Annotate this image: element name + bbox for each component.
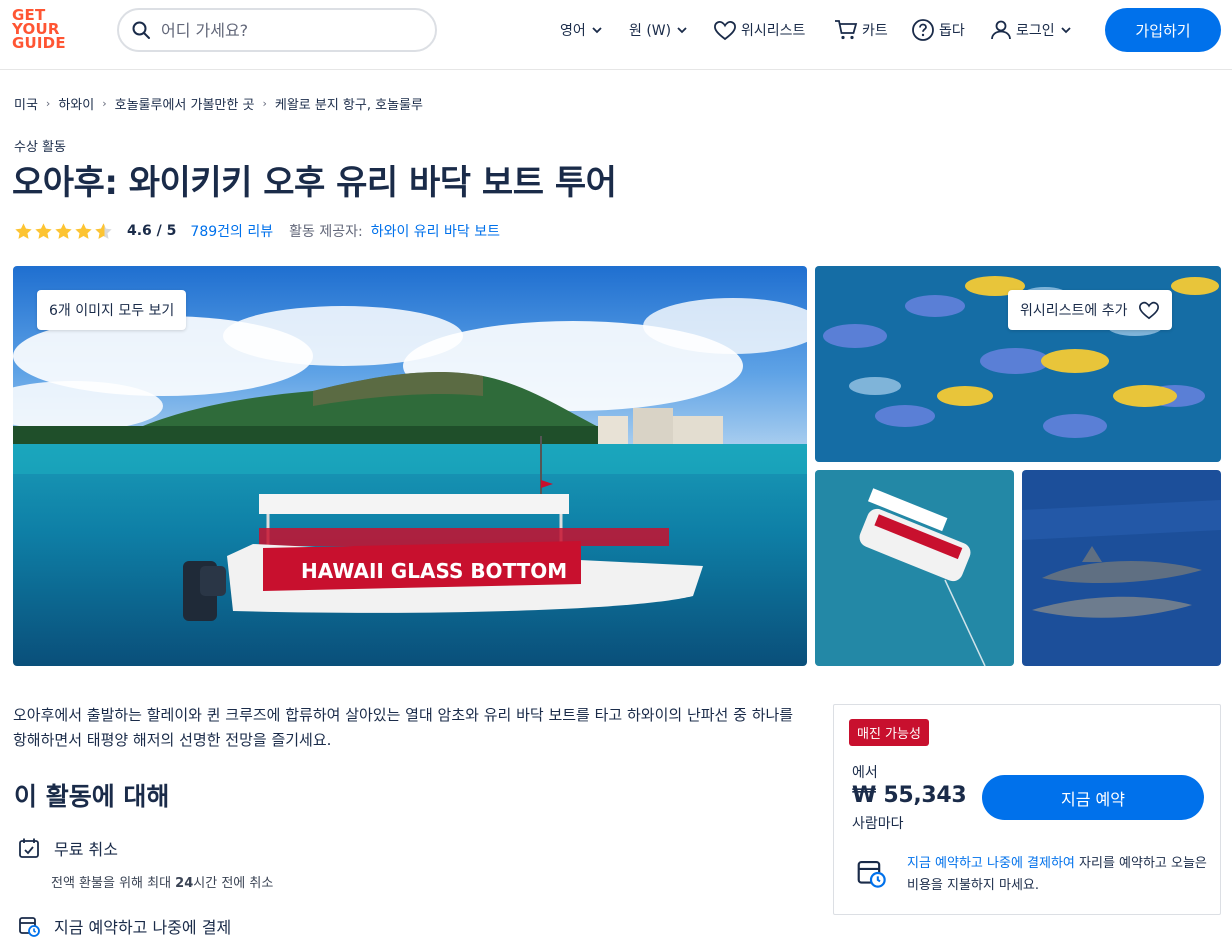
- about-heading: 이 활동에 대해: [14, 782, 170, 811]
- booking-card: 매진 가능성 에서 ₩ 55,343 사람마다 지금 예약 지금 예약하고 나중…: [833, 704, 1221, 915]
- cart-icon: [835, 20, 858, 40]
- calendar-clock-icon: [857, 861, 886, 888]
- review-count: 789: [190, 224, 218, 240]
- price-per-person-label: 사람마다: [852, 816, 904, 832]
- provider-link[interactable]: 하와이 유리 바닥 보트: [371, 221, 500, 241]
- getyourguide-logo[interactable]: GET YOUR GUIDE: [12, 8, 72, 52]
- login-nav[interactable]: 로그인: [990, 17, 1073, 43]
- star-icon: [55, 222, 72, 239]
- chevron-right-icon: ›: [262, 97, 267, 110]
- help-nav[interactable]: 돕다: [911, 17, 969, 43]
- language-selector[interactable]: 영어: [556, 17, 604, 43]
- heart-icon: [1138, 301, 1159, 320]
- calendar-clock-icon: [19, 917, 40, 937]
- chevron-right-icon: ›: [102, 97, 107, 110]
- breadcrumb-item-honolulu[interactable]: 호놀룰루에서 가볼만한 곳: [115, 94, 255, 113]
- currency-selector[interactable]: 원 (W): [625, 17, 689, 43]
- heart-icon: [714, 21, 736, 41]
- reserve-later-note: 지금 예약하고 나중에 결제하여 자리를 예약하고 오늘은 비용을 지불하지 마…: [907, 853, 1207, 897]
- free-cancellation-feature: 무료 취소: [14, 836, 118, 860]
- free-cancel-hours: 24: [175, 876, 194, 891]
- language-label: 영어: [560, 23, 586, 39]
- activity-category: 수상 활동: [14, 140, 66, 155]
- page-title: 오아후: 와이키키 오후 유리 바닥 보트 투어: [12, 163, 617, 203]
- person-icon: [991, 20, 1011, 40]
- likely-to-sell-out-badge: 매진 가능성: [849, 719, 929, 746]
- reviews-link[interactable]: 789건의 리뷰: [190, 221, 273, 241]
- rating-row: 4.6 / 5 789건의 리뷰 활동 제공자: 하와이 유리 바닥 보트: [14, 220, 500, 242]
- cart-nav[interactable]: 카트: [834, 17, 892, 43]
- chevron-down-icon: [592, 27, 602, 34]
- login-label: 로그인: [1016, 23, 1055, 39]
- help-label: 돕다: [939, 23, 965, 39]
- star-icon: [75, 222, 92, 239]
- search-icon: [132, 21, 150, 39]
- review-suffix: 건의 리뷰: [217, 224, 274, 240]
- breadcrumb-item-hawaii[interactable]: 하와이: [58, 94, 94, 113]
- book-now-button[interactable]: 지금 예약: [982, 775, 1204, 820]
- star-icon: [35, 222, 52, 239]
- reserve-now-pay-later-feature: 지금 예약하고 나중에 결제: [14, 914, 231, 937]
- half-star-icon: [95, 222, 112, 239]
- provider-label: 활동 제공자:: [289, 224, 363, 240]
- signup-button[interactable]: 가입하기: [1105, 8, 1221, 52]
- help-icon: [912, 19, 934, 41]
- breadcrumb: 미국 › 하와이 › 호놀룰루에서 가볼만한 곳 › 케왈로 분지 항구, 호놀…: [14, 94, 423, 113]
- free-cancellation-title: 무료 취소: [54, 840, 118, 859]
- free-cancel-suffix: 시간 전에 취소: [193, 876, 274, 891]
- dolphin-photo[interactable]: [1022, 470, 1221, 666]
- boat-sign-text: HAWAII GLASS BOTTOM: [301, 559, 567, 583]
- breadcrumb-item-harbor[interactable]: 케왈로 분지 항구, 호놀룰루: [275, 94, 423, 113]
- wishlist-nav[interactable]: 위시리스트: [713, 17, 809, 43]
- cart-label: 카트: [862, 23, 888, 39]
- reserve-title: 지금 예약하고 나중에 결제: [54, 918, 232, 937]
- view-all-images-button[interactable]: 6개 이미지 모두 보기: [37, 290, 187, 330]
- star-icon: [15, 222, 32, 239]
- activity-description: 오아후에서 출발하는 할레이와 퀸 크루즈에 합류하여 살아있는 열대 암초와 …: [13, 706, 794, 749]
- rating-stars: [14, 222, 113, 241]
- logo-line-3: GUIDE: [12, 34, 66, 52]
- wishlist-label: 위시리스트: [741, 23, 806, 39]
- chevron-right-icon: ›: [45, 97, 51, 110]
- price-value: ₩ 55,343: [852, 783, 967, 808]
- add-to-wishlist-button[interactable]: 위시리스트에 추가: [1008, 290, 1172, 330]
- reserve-later-link[interactable]: 지금 예약하고 나중에 결제하여: [907, 856, 1075, 871]
- free-cancel-prefix: 전액 환불을 위해 최대: [51, 876, 176, 891]
- free-cancellation-detail: 전액 환불을 위해 최대 24시간 전에 취소: [51, 872, 273, 891]
- currency-label: 원 (W): [629, 23, 672, 39]
- chevron-down-icon: [1061, 27, 1071, 34]
- add-to-wishlist-label: 위시리스트에 추가: [1020, 303, 1128, 319]
- search-bar[interactable]: [117, 8, 437, 52]
- price-from-label: 에서: [852, 765, 878, 781]
- rating-value: 4.6 / 5: [127, 223, 177, 239]
- top-header: GET YOUR GUIDE 영어 원 (W) 위시리스트 카트 돕다 로그인 …: [0, 0, 1232, 70]
- breadcrumb-item-usa[interactable]: 미국: [14, 94, 38, 113]
- chevron-down-icon: [677, 27, 687, 34]
- calendar-check-icon: [19, 838, 39, 858]
- search-input[interactable]: [161, 20, 411, 40]
- aerial-boat-photo[interactable]: [815, 470, 1014, 666]
